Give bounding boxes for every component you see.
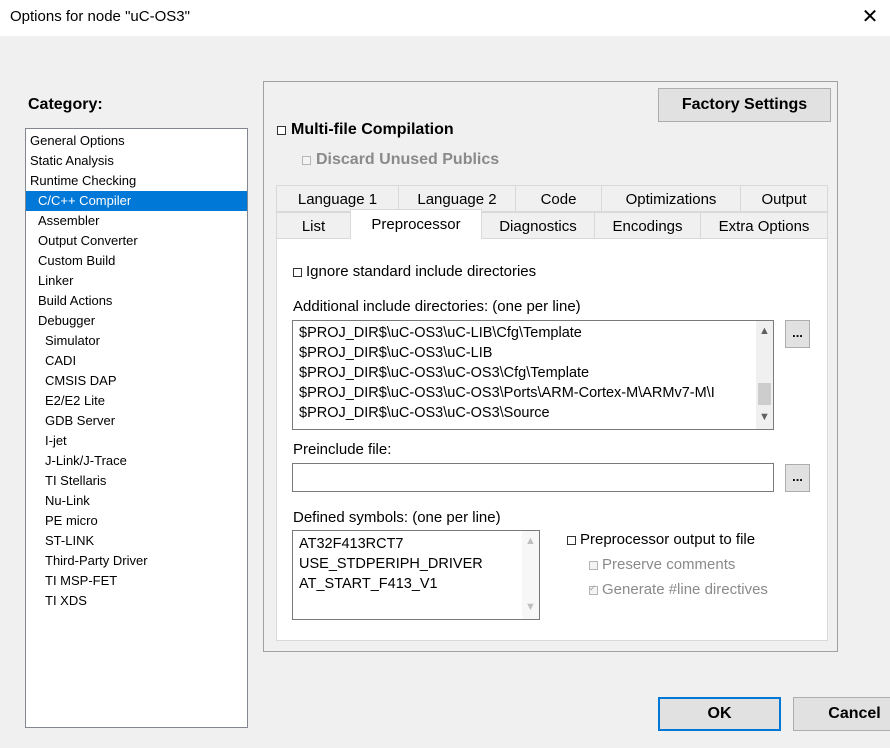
- include-dir-line: $PROJ_DIR$\uC-OS3\uC-LIB: [299, 345, 493, 361]
- defined-symbol-line: AT32F413RCT7: [299, 536, 404, 552]
- category-item-linker[interactable]: Linker: [26, 271, 259, 291]
- category-item-gdb-server[interactable]: GDB Server: [26, 411, 266, 431]
- include-dir-line: $PROJ_DIR$\uC-OS3\uC-OS3\Source: [299, 405, 550, 421]
- preserve-comments-checkbox[interactable]: [589, 561, 598, 570]
- scroll-down-icon[interactable]: ▼: [522, 599, 539, 616]
- category-label: Category:: [28, 96, 103, 113]
- scroll-down-icon[interactable]: ▼: [756, 409, 773, 426]
- include-dirs-textarea[interactable]: $PROJ_DIR$\uC-OS3\uC-LIB\Cfg\Template $P…: [292, 320, 774, 430]
- defined-symbols-textarea[interactable]: AT32F413RCT7 USE_STDPERIPH_DRIVER AT_STA…: [292, 530, 540, 620]
- tab-language-1[interactable]: Language 1: [276, 185, 399, 212]
- category-item-e2-lite[interactable]: E2/E2 Lite: [26, 391, 266, 411]
- tab-preprocessor[interactable]: Preprocessor: [350, 209, 482, 240]
- category-item-cadi[interactable]: CADI: [26, 351, 266, 371]
- category-item-build-actions[interactable]: Build Actions: [26, 291, 259, 311]
- preinclude-label: Preinclude file:: [293, 441, 392, 458]
- category-item-general-options[interactable]: General Options: [26, 131, 251, 151]
- preinclude-input[interactable]: [292, 463, 774, 492]
- tab-list[interactable]: List: [276, 212, 351, 239]
- category-item-jlink[interactable]: J-Link/J-Trace: [26, 451, 266, 471]
- include-dirs-label: Additional include directories: (one per…: [293, 298, 581, 315]
- category-item-ti-stellaris[interactable]: TI Stellaris: [26, 471, 266, 491]
- category-item-pe-micro[interactable]: PE micro: [26, 511, 266, 531]
- category-item-custom-build[interactable]: Custom Build: [26, 251, 259, 271]
- preprocessor-output-checkbox[interactable]: [567, 536, 576, 545]
- preprocessor-output-label: Preprocessor output to file: [580, 531, 756, 548]
- category-item-runtime-checking[interactable]: Runtime Checking: [26, 171, 251, 191]
- multifile-label: Multi-file Compilation: [291, 121, 454, 138]
- scroll-up-icon[interactable]: ▲: [756, 323, 773, 340]
- category-item-i-jet[interactable]: I-jet: [26, 431, 266, 451]
- tab-optimizations[interactable]: Optimizations: [601, 185, 741, 212]
- category-item-third-party-driver[interactable]: Third-Party Driver: [26, 551, 266, 571]
- category-item-st-link[interactable]: ST-LINK: [26, 531, 266, 551]
- ignore-std-include-label: Ignore standard include directories: [306, 263, 537, 280]
- ignore-std-include-checkbox[interactable]: [293, 268, 302, 277]
- category-item-simulator[interactable]: Simulator: [26, 331, 266, 351]
- tab-extra-options[interactable]: Extra Options: [700, 212, 828, 239]
- category-item-cmsis-dap[interactable]: CMSIS DAP: [26, 371, 266, 391]
- close-icon[interactable]: ✕: [858, 5, 882, 29]
- cancel-button[interactable]: Cancel: [793, 697, 890, 731]
- tab-encodings[interactable]: Encodings: [594, 212, 701, 239]
- discard-unused-label: Discard Unused Publics: [316, 151, 500, 168]
- line-directives-checkbox[interactable]: [589, 583, 598, 595]
- factory-settings-button[interactable]: Factory Settings: [658, 88, 831, 122]
- category-item-ti-xds[interactable]: TI XDS: [26, 591, 266, 611]
- preinclude-browse-button[interactable]: ...: [785, 464, 810, 492]
- tab-output[interactable]: Output: [740, 185, 828, 212]
- include-dirs-browse-button[interactable]: ...: [785, 320, 810, 348]
- category-item-assembler[interactable]: Assembler: [26, 211, 259, 231]
- window-title: Options for node "uC-OS3": [10, 8, 190, 25]
- include-dir-line: $PROJ_DIR$\uC-OS3\uC-OS3\Ports\ARM-Corte…: [299, 385, 715, 401]
- category-item-static-analysis[interactable]: Static Analysis: [26, 151, 251, 171]
- tab-language-2[interactable]: Language 2: [398, 185, 516, 212]
- defined-symbol-line: USE_STDPERIPH_DRIVER: [299, 556, 483, 572]
- include-dir-line: $PROJ_DIR$\uC-OS3\uC-LIB\Cfg\Template: [299, 325, 582, 341]
- category-item-debugger[interactable]: Debugger: [26, 311, 259, 331]
- category-item-ti-msp-fet[interactable]: TI MSP-FET: [26, 571, 266, 591]
- multifile-checkbox[interactable]: [277, 126, 286, 135]
- line-directives-label: Generate #line directives: [602, 581, 768, 598]
- defined-symbols-scrollbar[interactable]: ▲ ▼: [522, 531, 539, 619]
- tab-diagnostics[interactable]: Diagnostics: [481, 212, 595, 239]
- category-list[interactable]: General Options Static Analysis Runtime …: [25, 128, 248, 728]
- preserve-comments-label: Preserve comments: [602, 556, 736, 573]
- ok-button[interactable]: OK: [658, 697, 781, 731]
- include-dir-line: $PROJ_DIR$\uC-OS3\uC-OS3\Cfg\Template: [299, 365, 590, 381]
- tab-code[interactable]: Code: [515, 185, 602, 212]
- category-item-output-converter[interactable]: Output Converter: [26, 231, 259, 251]
- category-item-cpp-compiler[interactable]: C/C++ Compiler: [26, 191, 247, 211]
- include-dirs-scrollbar[interactable]: ▲ ▼: [756, 321, 773, 429]
- defined-symbol-line: AT_START_F413_V1: [299, 576, 438, 592]
- discard-unused-checkbox[interactable]: [302, 156, 311, 165]
- category-item-nu-link[interactable]: Nu-Link: [26, 491, 266, 511]
- defined-symbols-label: Defined symbols: (one per line): [293, 509, 501, 526]
- scroll-up-icon[interactable]: ▲: [522, 533, 539, 550]
- scroll-thumb[interactable]: [758, 383, 771, 405]
